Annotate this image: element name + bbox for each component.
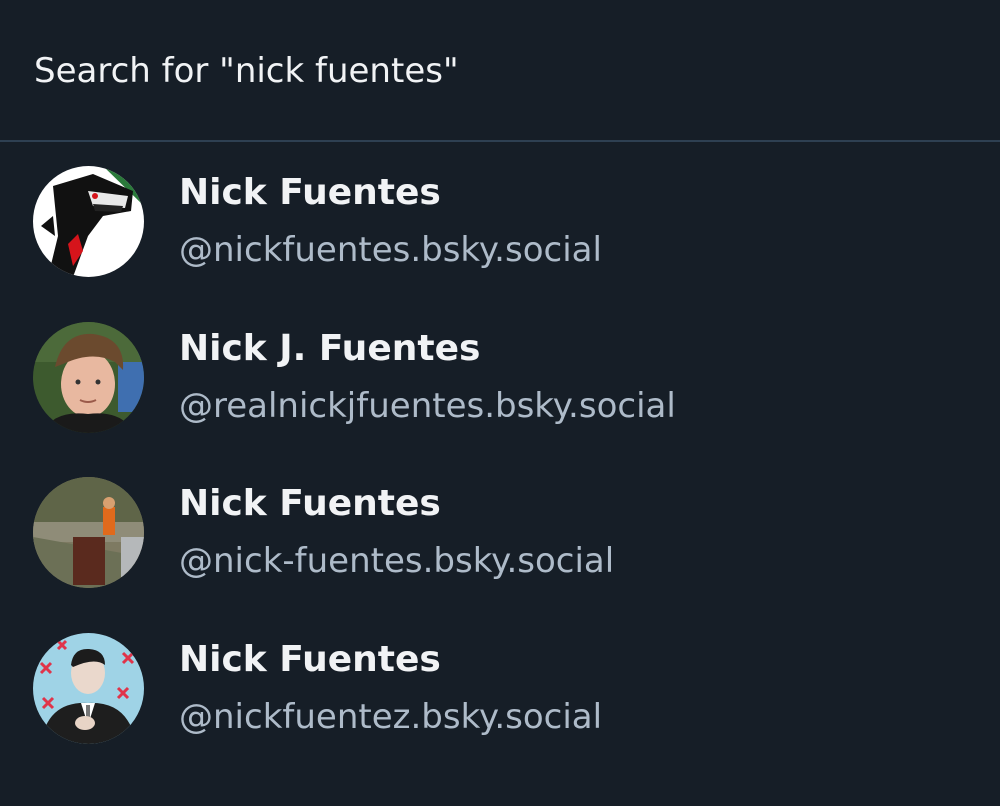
display-name: Nick Fuentes <box>179 172 441 213</box>
search-results-list: Nick Fuentes @nickfuentes.bsky.social Ni… <box>0 144 1000 766</box>
search-suggestion-text: Search for "nick fuentes" <box>34 51 459 91</box>
avatar[interactable] <box>33 166 144 277</box>
avatar[interactable] <box>33 632 144 744</box>
display-name: Nick Fuentes <box>179 638 441 680</box>
portrait-photo-avatar <box>33 321 144 433</box>
avatar[interactable] <box>33 321 144 433</box>
user-handle: @nickfuentez.bsky.social <box>179 696 603 737</box>
user-result-4[interactable]: Nick Fuentes @nickfuentez.bsky.social <box>0 611 1000 767</box>
suit-photo-avatar <box>33 632 144 744</box>
user-result-1[interactable]: Nick Fuentes @nickfuentes.bsky.social <box>0 144 1000 300</box>
user-result-3[interactable]: Nick Fuentes @nick-fuentes.bsky.social <box>0 455 1000 611</box>
user-handle: @realnickjfuentes.bsky.social <box>179 385 676 426</box>
search-suggestion-row[interactable]: Search for "nick fuentes" <box>0 0 1000 142</box>
display-name: Nick Fuentes <box>179 483 441 524</box>
user-handle: @nickfuentes.bsky.social <box>179 230 602 270</box>
avatar[interactable] <box>33 477 144 588</box>
outdoor-photo-avatar <box>33 477 144 588</box>
display-name: Nick J. Fuentes <box>179 327 481 369</box>
cartoon-wolf-avatar <box>33 166 144 277</box>
user-result-2[interactable]: Nick J. Fuentes @realnickjfuentes.bsky.s… <box>0 300 1000 456</box>
user-handle: @nick-fuentes.bsky.social <box>179 541 615 581</box>
